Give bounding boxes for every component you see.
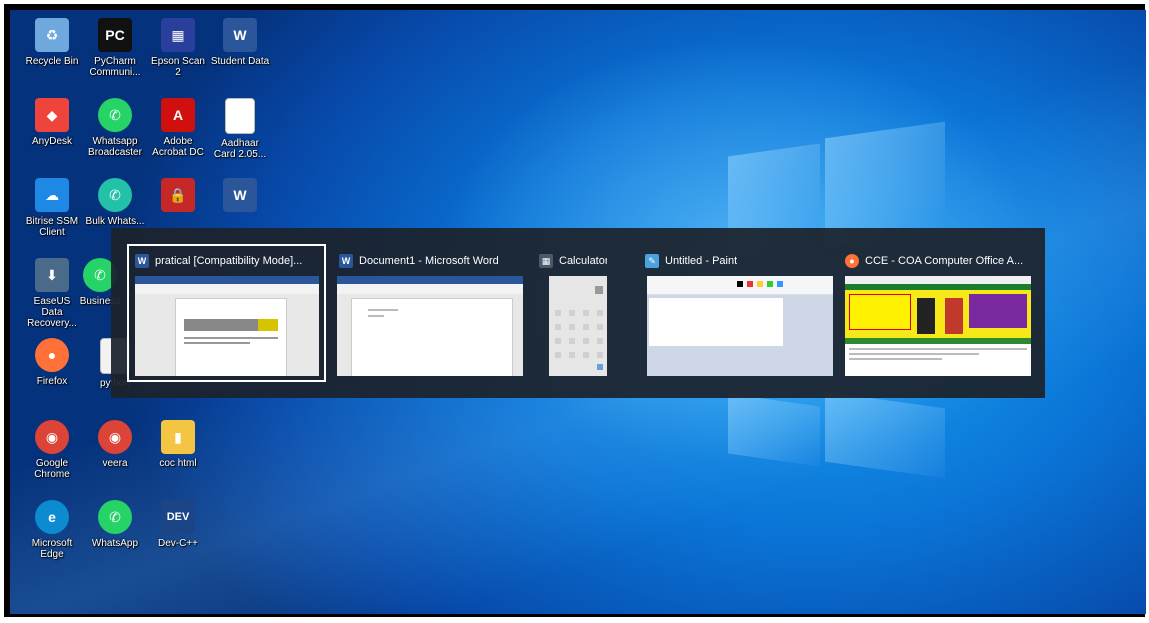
task-window-document1[interactable]: W Document1 - Microsoft Word — [333, 246, 525, 380]
desktop-icon[interactable]: 🔒 — [148, 178, 208, 216]
desktop-icon-label: coc html — [159, 458, 197, 469]
firefox-icon: ● — [845, 254, 859, 268]
desktop-icon-label: AnyDesk — [31, 136, 72, 147]
desktop-icon[interactable]: ◉ Google Chrome — [22, 420, 82, 480]
desktop-icon[interactable]: W Student Data — [210, 18, 270, 67]
desktop-icon-label: PyCharm Communi... — [89, 56, 141, 78]
word-doc-icon: W — [223, 178, 257, 212]
desktop-icon[interactable]: PC PyCharm Communi... — [85, 18, 145, 78]
file-icon — [225, 98, 255, 134]
firefox-icon: ● — [35, 338, 69, 372]
calculator-icon: ▦ — [539, 254, 553, 268]
desktop-icon[interactable]: A Adobe Acrobat DC — [148, 98, 208, 158]
anydesk-icon: ◆ — [35, 98, 69, 132]
desktop-icon-label: Epson Scan 2 — [151, 56, 205, 78]
desktop-icon[interactable]: ◉ veera — [85, 420, 145, 469]
desktop-icon-label: Bitrise SSM Client — [25, 216, 79, 238]
desktop-icon[interactable]: ☁ Bitrise SSM Client — [22, 178, 82, 238]
desktop-icon[interactable]: ▮ coc html — [148, 420, 208, 469]
desktop-icon-label: Bulk Whats... — [85, 216, 145, 227]
whatsapp-icon: ✆ — [98, 98, 132, 132]
task-title: pratical [Compatibility Mode]... — [155, 255, 303, 267]
task-switcher: W pratical [Compatibility Mode]... W Doc… — [111, 228, 1045, 398]
desktop-icon[interactable]: DEV Dev-C++ — [148, 500, 208, 549]
task-title: Untitled - Paint — [665, 255, 738, 267]
task-window-paint[interactable]: ✎ Untitled - Paint — [639, 246, 833, 380]
desktop-icon[interactable]: ✆ Whatsapp Broadcaster — [85, 98, 145, 158]
desktop-icon-label: Recycle Bin — [25, 56, 79, 67]
task-title: Calculator — [559, 255, 607, 267]
whatsapp-icon: ✆ — [98, 500, 132, 534]
desktop-icon[interactable]: ● Firefox — [22, 338, 82, 387]
window-thumbnail — [135, 276, 319, 376]
desktop-icon-label: WhatsApp — [91, 538, 139, 549]
task-title: CCE - COA Computer Office A... — [865, 255, 1024, 267]
file-locker-icon: 🔒 — [161, 178, 195, 212]
edge-icon: e — [35, 500, 69, 534]
word-doc-icon: W — [223, 18, 257, 52]
epson-scan-icon: ▦ — [161, 18, 195, 52]
devcpp-icon: DEV — [161, 500, 195, 534]
task-window-calculator[interactable]: ▦ Calculator — [533, 246, 611, 380]
pycharm-icon: PC — [98, 18, 132, 52]
recycle-bin-icon: ♻ — [35, 18, 69, 52]
whatsapp-icon: ✆ — [98, 178, 132, 212]
desktop-icon[interactable]: ♻ Recycle Bin — [22, 18, 82, 67]
desktop-icon[interactable]: ✆ WhatsApp — [85, 500, 145, 549]
zip-folder-icon: ▮ — [161, 420, 195, 454]
window-thumbnail — [845, 276, 1031, 376]
cloud-icon: ☁ — [35, 178, 69, 212]
desktop-icon[interactable]: ▦ Epson Scan 2 — [148, 18, 208, 78]
desktop-icon[interactable]: ✆ Bulk Whats... — [85, 178, 145, 227]
desktop-icon-label: Google Chrome — [34, 458, 70, 480]
desktop-icon-label: Whatsapp Broadcaster — [88, 136, 142, 158]
desktop-icon[interactable]: ◆ AnyDesk — [22, 98, 82, 147]
desktop-icon-label: veera — [102, 458, 128, 469]
window-thumbnail — [647, 276, 833, 376]
wallpaper-logo-pane — [728, 393, 820, 467]
desktop: ♻ Recycle Bin PC PyCharm Communi... ▦ Epson S… — [10, 10, 1146, 614]
desktop-icon-label: Firefox — [36, 376, 68, 387]
desktop-icon-label: Adobe Acrobat DC — [152, 136, 204, 158]
adobe-acrobat-icon: A — [161, 98, 195, 132]
chrome-icon: ◉ — [35, 420, 69, 454]
desktop-icon-label: Student Data — [210, 56, 270, 67]
desktop-icon[interactable]: Aadhaar Card 2.05... — [210, 98, 270, 160]
easeus-icon: ⬇ — [35, 258, 69, 292]
desktop-icon[interactable]: W — [210, 178, 270, 216]
window-thumbnail — [337, 276, 523, 376]
paint-icon: ✎ — [645, 254, 659, 268]
task-window-pratical[interactable]: W pratical [Compatibility Mode]... — [127, 244, 326, 382]
task-title: Document1 - Microsoft Word — [359, 255, 499, 267]
desktop-icon-label: Aadhaar Card 2.05... — [213, 138, 267, 160]
word-icon: W — [339, 254, 353, 268]
task-window-firefox[interactable]: ● CCE - COA Computer Office A... — [839, 246, 1031, 380]
chrome-icon: ◉ — [98, 420, 132, 454]
desktop-icon[interactable]: e Microsoft Edge — [22, 500, 82, 560]
window-thumbnail — [549, 276, 607, 376]
desktop-icon-label: Dev-C++ — [157, 538, 198, 549]
desktop-icon-label: Microsoft Edge — [31, 538, 73, 560]
word-icon: W — [135, 254, 149, 268]
